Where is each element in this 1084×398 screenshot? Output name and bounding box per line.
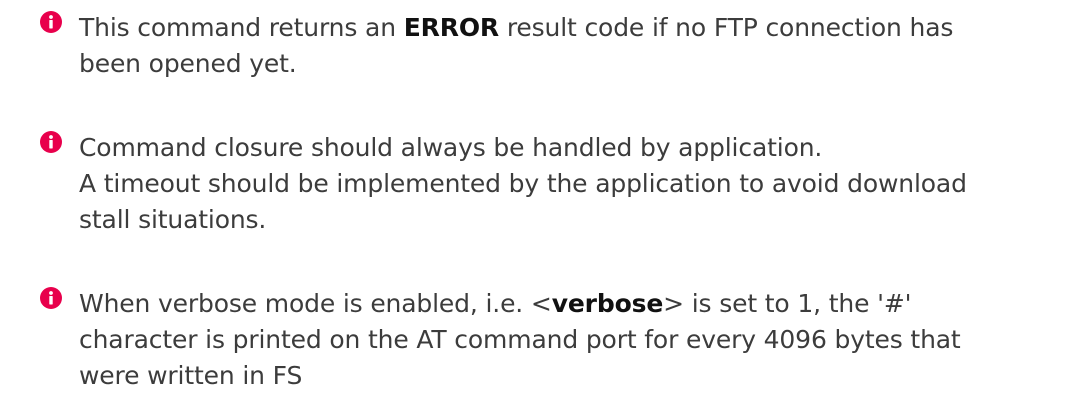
note-line: Command closure should always be handled… bbox=[79, 133, 823, 162]
note-line: were written in FS bbox=[79, 361, 303, 390]
verbose-param-term: verbose bbox=[551, 289, 664, 318]
info-icon bbox=[40, 287, 62, 309]
note-line: been opened yet. bbox=[79, 49, 297, 78]
notes-list: This command returns an ERROR result cod… bbox=[0, 0, 1084, 398]
info-icon bbox=[40, 11, 62, 33]
note-text: When verbose mode is enabled, i.e. <verb… bbox=[79, 286, 1079, 394]
note-line: stall situations. bbox=[79, 205, 267, 234]
note-line: This command returns an ERROR result cod… bbox=[79, 13, 954, 42]
note-line: When verbose mode is enabled, i.e. <verb… bbox=[79, 289, 912, 318]
note-line: character is printed on the AT command p… bbox=[79, 325, 961, 354]
note-text: Command closure should always be handled… bbox=[79, 130, 1079, 238]
error-code-term: ERROR bbox=[403, 13, 500, 42]
note-text: This command returns an ERROR result cod… bbox=[79, 10, 1079, 82]
note-line: A timeout should be implemented by the a… bbox=[79, 169, 967, 198]
info-icon bbox=[40, 131, 62, 153]
